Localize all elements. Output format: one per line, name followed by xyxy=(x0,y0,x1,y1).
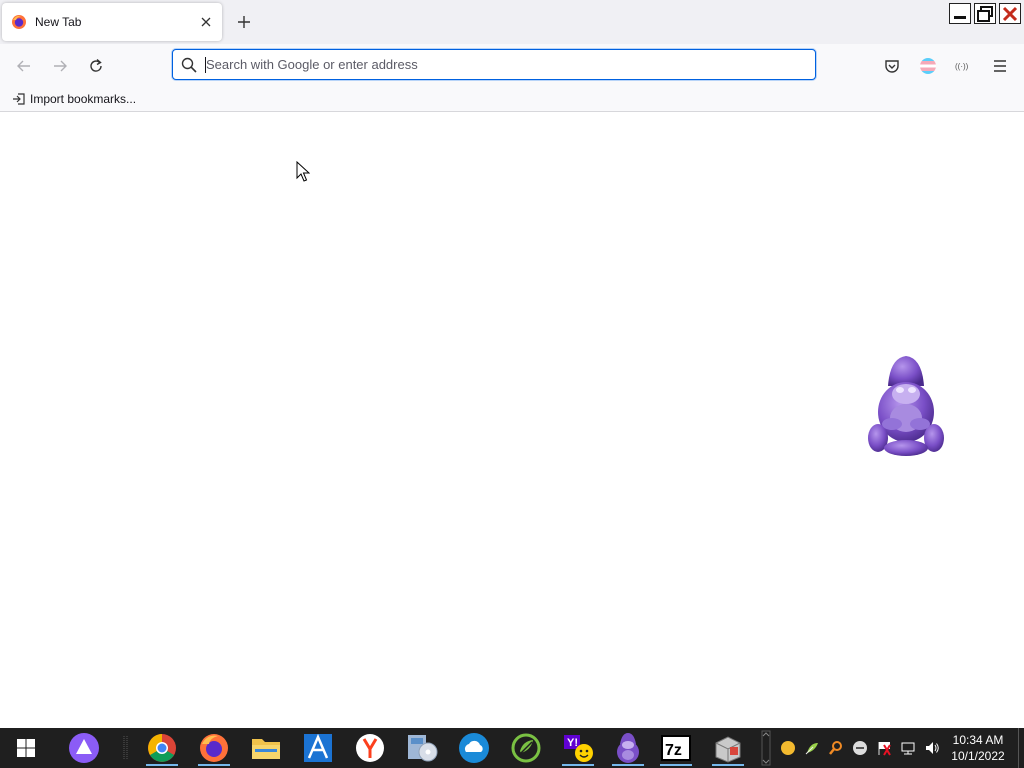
svg-text:7z: 7z xyxy=(665,742,682,759)
account-button[interactable] xyxy=(914,52,942,80)
app-menu-button[interactable] xyxy=(986,52,1014,80)
account-avatar-icon xyxy=(920,58,936,74)
green-leaf-icon xyxy=(511,733,541,763)
windows-taskbar: Y! 7z 10:34 AM 10/1/2022 xyxy=(0,728,1024,768)
bookmarks-toolbar: Import bookmarks... xyxy=(0,86,1024,112)
restore-window-button[interactable] xyxy=(974,3,996,24)
close-window-button[interactable] xyxy=(999,3,1021,24)
firefox-favicon-icon xyxy=(12,15,26,29)
navigation-toolbar: ((·)) xyxy=(0,44,1024,86)
back-button[interactable] xyxy=(10,52,38,80)
new-tab-button[interactable] xyxy=(232,10,256,34)
bonzi-buddy-character[interactable] xyxy=(866,354,946,458)
tray-flag-icon[interactable] xyxy=(874,738,894,758)
reload-icon xyxy=(90,58,102,72)
tray-plant-icon[interactable] xyxy=(802,738,822,758)
cloud-icon xyxy=(459,733,489,763)
show-desktop-button[interactable] xyxy=(1018,728,1024,768)
tab-strip: New Tab xyxy=(0,0,1024,44)
bonzi-icon xyxy=(617,733,639,763)
taskbar-firefox[interactable] xyxy=(192,730,236,766)
tab-new-tab[interactable]: New Tab xyxy=(2,3,222,41)
extension-icon: ((·)) xyxy=(955,62,969,71)
alice-assistant-icon xyxy=(69,733,99,763)
pocket-icon xyxy=(885,60,899,73)
7zip-icon: 7z xyxy=(661,735,691,761)
tab-title: New Tab xyxy=(35,15,82,29)
folder-icon xyxy=(252,739,280,759)
clock-time: 10:34 AM xyxy=(952,733,1004,747)
svg-text:((·)): ((·)) xyxy=(955,62,969,71)
import-icon xyxy=(13,93,25,105)
taskbar-alice[interactable] xyxy=(62,730,106,766)
chrome-icon xyxy=(148,734,176,762)
back-arrow-icon xyxy=(17,60,30,72)
pocket-button[interactable] xyxy=(878,52,906,80)
volume-icon[interactable] xyxy=(922,738,942,758)
arc-browser-icon xyxy=(304,733,332,762)
tray-search-icon[interactable] xyxy=(826,738,846,758)
taskbar-7zip[interactable]: 7z xyxy=(654,730,698,766)
forward-arrow-icon xyxy=(54,60,67,72)
clock-date: 10/1/2022 xyxy=(951,749,1005,763)
import-bookmarks-label: Import bookmarks... xyxy=(30,92,137,106)
mouse-pointer-icon xyxy=(296,161,310,182)
start-button[interactable] xyxy=(4,730,48,766)
close-tab-icon[interactable] xyxy=(194,10,218,34)
reload-button[interactable] xyxy=(82,52,110,80)
network-icon[interactable] xyxy=(898,738,918,758)
taskbar-bonzi-buddy[interactable] xyxy=(606,730,650,766)
tray-disk-icon[interactable] xyxy=(850,738,870,758)
installer-box-icon xyxy=(715,736,741,763)
extensions-button[interactable]: ((·)) xyxy=(950,52,978,80)
import-bookmarks-button[interactable]: Import bookmarks... xyxy=(12,90,136,108)
search-icon xyxy=(173,57,205,73)
yandex-icon xyxy=(356,734,384,762)
windows-logo-icon xyxy=(17,739,35,757)
svg-text:Y!: Y! xyxy=(567,737,578,749)
minimize-window-button[interactable] xyxy=(949,3,971,24)
system-clock[interactable]: 10:34 AM 10/1/2022 xyxy=(946,732,1010,764)
media-disc-icon xyxy=(408,735,438,762)
taskbar-chrome[interactable] xyxy=(140,730,184,766)
forward-button[interactable] xyxy=(46,52,74,80)
firefox-icon xyxy=(200,734,228,762)
taskbar-media[interactable] xyxy=(400,730,444,766)
url-bar[interactable] xyxy=(172,49,816,80)
yahoo-messenger-icon: Y! xyxy=(564,735,593,762)
taskbar-cloud[interactable] xyxy=(452,730,496,766)
url-input[interactable] xyxy=(206,51,815,78)
tray-crypto-icon[interactable] xyxy=(778,738,798,758)
hamburger-menu-icon xyxy=(994,60,1006,72)
taskbar-yandex[interactable] xyxy=(348,730,392,766)
taskbar-yahoo-messenger[interactable]: Y! xyxy=(556,730,600,766)
taskbar-arc[interactable] xyxy=(296,730,340,766)
taskbar-file-explorer[interactable] xyxy=(244,730,288,766)
taskbar-green-app[interactable] xyxy=(504,730,548,766)
